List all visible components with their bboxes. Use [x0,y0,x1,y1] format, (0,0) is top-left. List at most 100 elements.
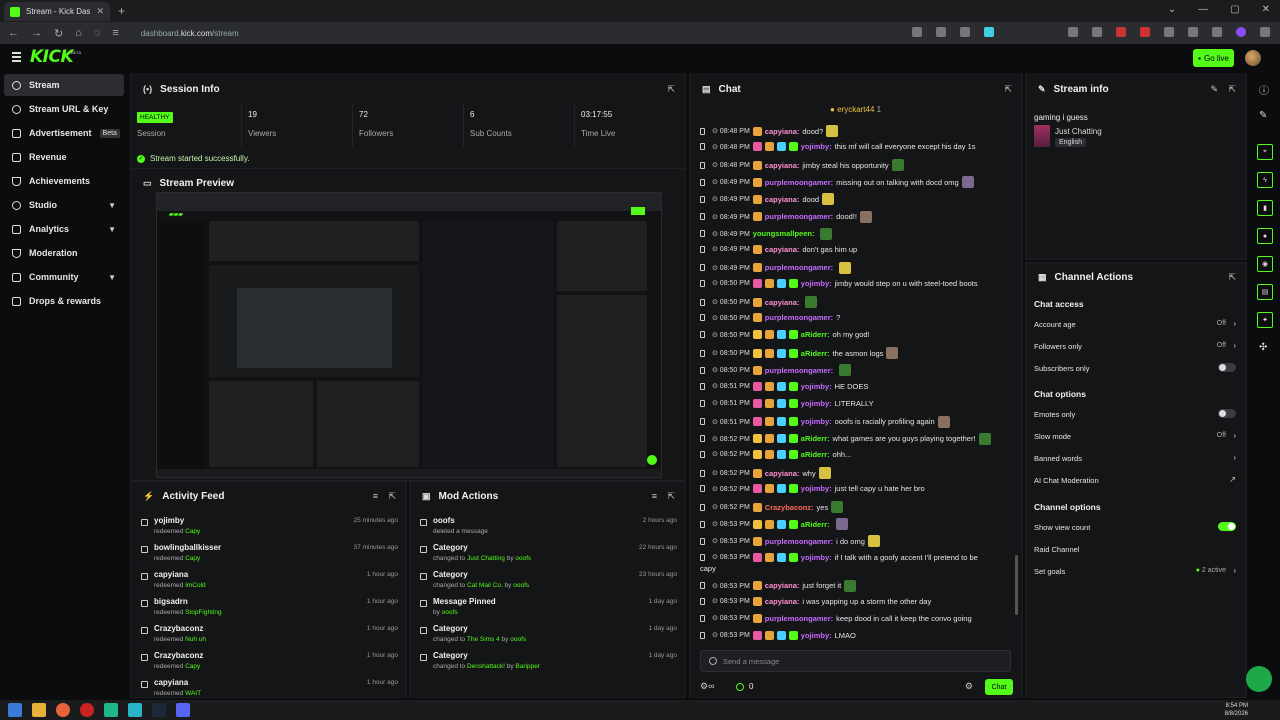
chat-username[interactable]: capyiana: [765,127,800,136]
shield-icon[interactable]: ◌ [94,27,101,39]
system-clock[interactable]: 8:54 PM 8/8/2026 [1225,702,1248,718]
translate-icon[interactable] [960,27,970,37]
chat-username[interactable]: youngsmallpeen: [753,229,815,238]
app-icon[interactable] [104,703,118,717]
browser-tab[interactable]: Stream - Kick Dashboard ✕ [4,2,110,21]
sidebar-item-community[interactable]: Community ▼ [4,266,124,288]
mod-action-icon[interactable] [700,264,705,272]
mod-action-icon[interactable] [700,450,705,458]
account-icon[interactable] [1068,27,1078,37]
raid-channel-setting[interactable]: Raid Channel [1034,545,1236,559]
minimize-icon[interactable]: — [1198,4,1208,15]
chat-username[interactable]: Crazybaconz: [765,503,814,512]
chat-message[interactable]: ⊙ 08:50 PM aRiderr: the asmon logs [700,347,1009,360]
feed-username[interactable]: Crazybaconz [154,624,203,633]
chat-message[interactable]: ⊙ 08:50 PM yojimby: jimby would step on u … [700,278,1009,288]
popout-icon[interactable]: ⇱ [667,84,675,95]
ai-chat-moderation-setting[interactable]: AI Chat Moderation ↗ [1034,475,1236,490]
mod-action-icon[interactable] [700,279,705,287]
url-field[interactable]: dashboard.kick.com/stream [141,29,239,38]
chat-message[interactable]: ⊙ 08:51 PM yojimby: LITERALLY [700,398,1009,408]
chat-message[interactable]: ⊙ 08:53 PM purplemoongamer: keep dood in c… [700,613,1009,623]
document-icon[interactable]: ▮ [1257,200,1273,216]
emote-picker-icon[interactable] [709,657,717,665]
chat-message[interactable]: ⊙ 08:53 PM aRiderr: [700,518,1009,531]
chat-username[interactable]: purplemoongamer: [765,537,833,546]
chat-message[interactable]: ⊙ 08:52 PM yojimby: just tell capy u hate … [700,484,1009,494]
followers-only-setting[interactable]: Followers only Off › [1034,341,1236,356]
mod-action-icon[interactable] [700,631,705,639]
mod-action-icon[interactable] [700,298,705,306]
mod-action-icon[interactable] [700,537,705,545]
forward-icon[interactable]: → [31,27,42,39]
mod-action-icon[interactable] [700,366,705,374]
kick-logo[interactable]: KICK [30,47,74,67]
show-view-count-toggle[interactable] [1218,522,1236,531]
chevron-down-icon[interactable]: ⌄ [1168,4,1176,15]
sidebar-item-stream-url-key[interactable]: Stream URL & Key [4,98,124,120]
chat-message[interactable]: ⊙ 08:52 PM aRiderr: what games are you guy… [700,432,1009,445]
chat-username[interactable]: purplemoongamer: [765,212,833,221]
mod-action-icon[interactable] [700,435,705,443]
chat-message[interactable]: ⊙ 08:53 PM yojimby: if I talk with a goofy… [700,552,1009,562]
sidebar-item-achievements[interactable]: Achievements [4,170,124,192]
chat-username[interactable]: yojimby: [801,484,832,493]
volume-icon[interactable] [1188,27,1198,37]
sidebar-item-moderation[interactable]: Moderation [4,242,124,264]
mod-action-icon[interactable] [700,143,705,151]
popout-icon[interactable]: ⇱ [388,491,396,502]
mod-action-icon[interactable] [700,382,705,390]
chat-username[interactable]: purplemoongamer: [765,313,833,322]
user-avatar[interactable] [1245,50,1261,66]
broadcast-icon[interactable]: ◉ [1257,256,1273,272]
chat-message[interactable]: ⊙ 08:52 PM capyiana: why [700,467,1009,479]
chat-message[interactable]: ⊙ 08:48 PM yojimby: this mf will call ever… [700,142,1009,152]
gear-icon[interactable]: ⚙ [965,681,973,692]
chat-message[interactable]: ⊙ 08:51 PM yojimby: HE DOES [700,381,1009,391]
chat-username[interactable]: aRiderr: [801,330,830,339]
maximize-icon[interactable]: ▢ [1230,4,1239,15]
edit-icon[interactable]: ✎ [1210,84,1218,95]
sidebar-item-analytics[interactable]: Analytics ▼ [4,218,124,240]
chat-message[interactable]: ⊙ 08:53 PM purplemoongamer: i do omg [700,535,1009,548]
slow-mode-setting[interactable]: Slow mode Off › [1034,431,1236,446]
popout-icon[interactable]: ⇱ [1228,272,1236,283]
profile-icon[interactable] [1236,27,1246,37]
chat-message[interactable]: ⊙ 08:49 PM purplemoongamer: [700,261,1009,274]
mod-action-icon[interactable] [700,553,705,561]
mod-action-icon[interactable] [700,503,705,511]
chat-scrollbar[interactable] [1015,555,1018,615]
extension-icon[interactable] [1116,27,1126,37]
edit-icon[interactable]: ✎ [1259,110,1267,121]
feed-username[interactable]: Crazybaconz [154,651,203,660]
account-age-setting[interactable]: Account age Off › [1034,319,1236,334]
extension-icon[interactable] [1212,27,1222,37]
hamburger-menu-icon[interactable] [12,52,21,62]
mod-action-icon[interactable] [700,469,705,477]
chat-message[interactable]: ⊙ 08:48 PM capyiana: dood? [700,125,1009,137]
chat-message[interactable]: ⊙ 08:49 PM purplemoongamer: missing out on… [700,176,1009,189]
filter-icon[interactable]: ≡ [652,491,657,501]
screenshot-ext-icon[interactable] [912,27,922,37]
chat-input[interactable]: Send a message [700,650,1011,672]
chat-username[interactable]: yojimby: [801,279,832,288]
feed-username[interactable]: bigsadrn [154,597,188,606]
mod-action-icon[interactable] [700,614,705,622]
chat-message[interactable]: ⊙ 08:52 PM Crazybaconz: yes [700,501,1009,514]
chat-message[interactable]: ⊙ 08:53 PM yojimby: LMAO [700,630,1009,640]
mod-action-icon[interactable] [700,245,705,253]
chat-username[interactable]: yojimby: [801,399,832,408]
mod-action-icon[interactable] [700,349,705,357]
mod-action-icon[interactable] [700,213,705,220]
wrench-icon[interactable]: ✦ [1257,312,1273,328]
chat-message[interactable]: ⊙ 08:51 PM yojimby: ooofs is racially prof… [700,415,1009,428]
chat-username[interactable]: capyiana: [765,581,800,590]
chat-messages[interactable]: ⊙ 08:48 PM capyiana: dood? ⊙ 08:48 PM yojimb… [690,103,1023,717]
chat-username[interactable]: yojimby: [801,553,832,562]
chat-message[interactable]: ⊙ 08:50 PM aRiderr: oh my god! [700,330,1009,340]
extension-icon[interactable] [1164,27,1174,37]
home-icon[interactable]: ⌂ [75,27,82,39]
chat-username[interactable]: aRiderr: [801,434,830,443]
chat-message[interactable]: ⊙ 08:49 PM youngsmallpeen: [700,227,1009,240]
feed-username[interactable]: yojimby [154,516,184,525]
